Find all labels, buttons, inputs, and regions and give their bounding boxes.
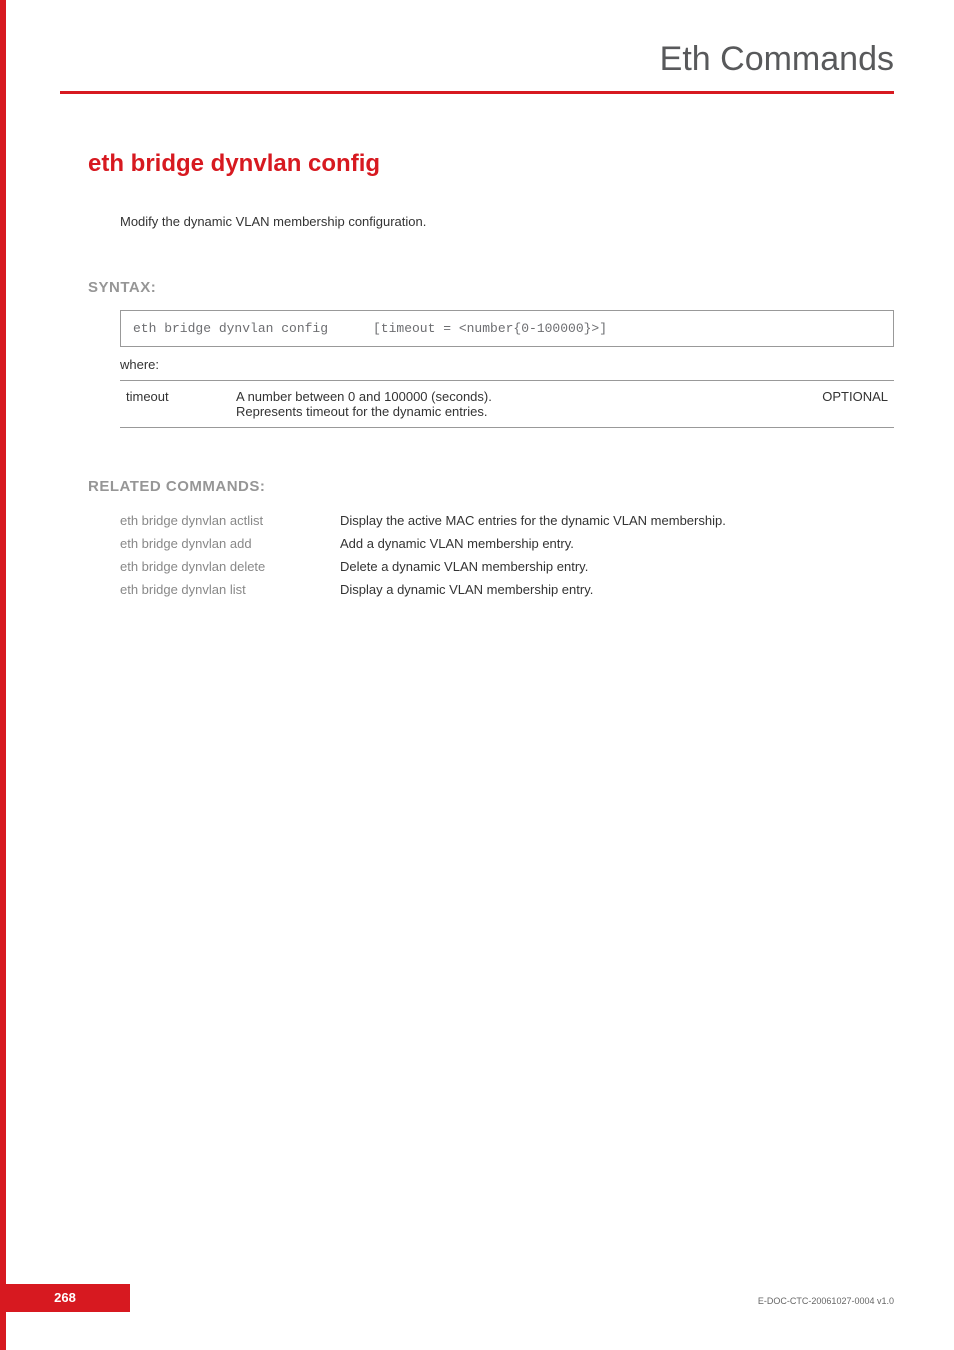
related-section-title: RELATED COMMANDS: xyxy=(88,478,894,495)
command-title: eth bridge dynvlan config xyxy=(88,150,894,178)
related-cmd-name: eth bridge dynvlan list xyxy=(120,578,340,601)
param-description: A number between 0 and 100000 (seconds).… xyxy=(230,381,794,428)
related-cmd-desc: Display the active MAC entries for the d… xyxy=(340,509,726,532)
command-description: Modify the dynamic VLAN membership confi… xyxy=(120,214,894,229)
syntax-command: eth bridge dynvlan config xyxy=(133,321,373,336)
table-row: eth bridge dynvlan delete Delete a dynam… xyxy=(120,555,726,578)
syntax-section-title: SYNTAX: xyxy=(88,279,894,296)
main-content: eth bridge dynvlan config Modify the dyn… xyxy=(88,150,894,601)
table-row: eth bridge dynvlan add Add a dynamic VLA… xyxy=(120,532,726,555)
left-red-bar xyxy=(0,0,6,1350)
syntax-arguments: [timeout = <number{0-100000}>] xyxy=(373,321,607,336)
related-cmd-desc: Delete a dynamic VLAN membership entry. xyxy=(340,555,726,578)
parameter-table: timeout A number between 0 and 100000 (s… xyxy=(120,380,894,428)
param-name: timeout xyxy=(120,381,230,428)
where-label: where: xyxy=(120,357,894,372)
related-cmd-name: eth bridge dynvlan add xyxy=(120,532,340,555)
related-cmd-desc: Add a dynamic VLAN membership entry. xyxy=(340,532,726,555)
table-row: eth bridge dynvlan list Display a dynami… xyxy=(120,578,726,601)
syntax-box: eth bridge dynvlan config [timeout = <nu… xyxy=(120,310,894,347)
related-commands-block: RELATED COMMANDS: eth bridge dynvlan act… xyxy=(88,478,894,601)
related-cmd-desc: Display a dynamic VLAN membership entry. xyxy=(340,578,726,601)
related-cmd-name: eth bridge dynvlan delete xyxy=(120,555,340,578)
page-footer: 268 E-DOC-CTC-20061027-0004 v1.0 xyxy=(0,1284,894,1312)
param-desc-line1: A number between 0 and 100000 (seconds). xyxy=(236,389,492,404)
related-cmd-name: eth bridge dynvlan actlist xyxy=(120,509,340,532)
param-optional: OPTIONAL xyxy=(794,381,894,428)
table-row: eth bridge dynvlan actlist Display the a… xyxy=(120,509,726,532)
table-row: timeout A number between 0 and 100000 (s… xyxy=(120,381,894,428)
page-header: Eth Commands xyxy=(60,40,894,94)
related-commands-table: eth bridge dynvlan actlist Display the a… xyxy=(120,509,726,601)
header-title: Eth Commands xyxy=(660,40,894,78)
document-code: E-DOC-CTC-20061027-0004 v1.0 xyxy=(758,1296,894,1306)
page-number: 268 xyxy=(0,1284,130,1312)
param-desc-line2: Represents timeout for the dynamic entri… xyxy=(236,404,487,419)
